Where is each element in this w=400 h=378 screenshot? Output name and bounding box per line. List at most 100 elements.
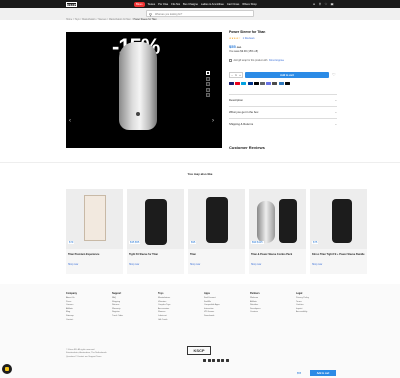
instagram-icon[interactable] [216, 359, 220, 362]
nav-item-8[interactable]: Where Shop [242, 2, 256, 7]
footer-link[interactable]: Accessibility [296, 311, 342, 315]
product-card[interactable]: $99 $115 Titan & Power Sleeve Combo Pack… [249, 189, 306, 274]
card-cta[interactable]: Shop now [312, 264, 322, 266]
nav-item-1[interactable]: Bleus [134, 1, 145, 7]
card-title[interactable]: Titan & Power Sleeve Combo Pack [251, 253, 304, 256]
card-title[interactable]: Titan Premium Experience [68, 253, 121, 256]
card-price: $75 [312, 241, 319, 244]
footer-column-heading: Legal [296, 292, 303, 295]
facebook-icon[interactable] [212, 359, 215, 362]
sticky-add-to-cart-button[interactable]: Add to cart [310, 370, 336, 376]
add-to-cart-button[interactable]: Add to cart [245, 72, 329, 78]
breadcrumb-sep: / [131, 19, 133, 21]
card-image [249, 189, 306, 249]
footer-link[interactable]: Downloads [204, 315, 250, 319]
chevron-down-icon: ⌄ [334, 122, 337, 126]
card-title[interactable]: Kiiroo Titan Tight Fit + Power Sleeve Bu… [312, 253, 365, 256]
gift-checkbox[interactable] [229, 59, 232, 62]
nav-item-6[interactable]: Ladies & Ammitibee [201, 2, 224, 7]
card-price: $95 [190, 241, 197, 244]
product-card[interactable]: $95 Titan Shop now [188, 189, 245, 274]
header-icons: ● ⚲ ♡ ▣ [312, 2, 334, 6]
contact-line[interactable]: Questions? Contact our Support Team [66, 356, 107, 359]
gift-optin-link[interactable]: Kiiroo Engrave [269, 60, 284, 62]
product-card[interactable]: $75 Kiiroo Titan Tight Fit + Power Sleev… [310, 189, 367, 274]
quantity-stepper[interactable]: − 1 + [229, 72, 243, 78]
gallery-thumb[interactable] [206, 82, 210, 86]
payment-icon [235, 82, 241, 85]
old-price: $65 [236, 46, 242, 49]
gallery-thumb[interactable] [206, 71, 210, 75]
cart-icon[interactable]: ▣ [330, 2, 334, 6]
footer-col-6: Legal Privacy Policy Terms Cookies Imprint Ac… [296, 292, 342, 315]
footer-link[interactable]: Contact [66, 319, 112, 323]
site-logo[interactable]: KSCP [66, 1, 77, 7]
card-cta[interactable]: Shop now [251, 264, 261, 266]
search-box[interactable]: ⚲ [146, 10, 254, 17]
rating-stars: ★★★★☆ [229, 37, 241, 40]
breadcrumb: Home / Toys / Masturbators / Sleeves / M… [66, 19, 157, 21]
gallery-thumb[interactable] [206, 87, 210, 92]
card-cta[interactable]: Shop now [129, 264, 139, 266]
chat-widget-button[interactable] [2, 364, 12, 374]
breadcrumb-category[interactable]: Masturbators for Men [109, 19, 131, 21]
breadcrumb-sep: / [80, 19, 82, 21]
accordion-description[interactable]: Description ⌄ [229, 94, 337, 105]
product-sleeve-image [257, 201, 275, 243]
breadcrumb-toys[interactable]: Toys [75, 19, 80, 21]
qty-minus[interactable]: − [231, 73, 233, 77]
gallery-thumbnails [206, 71, 210, 97]
footer-column-heading: Apps [204, 292, 210, 295]
wishlist-heart-icon[interactable]: ♡ [332, 72, 336, 78]
breadcrumb-sleeves[interactable]: Sleeves [98, 19, 106, 21]
gallery-thumb[interactable] [206, 93, 210, 97]
payment-icon [259, 82, 265, 85]
breadcrumb-home[interactable]: Home [66, 19, 72, 21]
reviews-link[interactable]: 1 Reviews [243, 37, 255, 40]
footer-link[interactable]: Creators [250, 311, 296, 315]
product-card[interactable]: $35 $55 Tight Fit Sleeve for Titan Shop … [127, 189, 184, 274]
footer-column-heading: Company [66, 292, 77, 295]
accordion-shipping[interactable]: Shipping & Returns ⌄ [229, 118, 337, 129]
saving-text: You save $9.90 (15% off) [229, 50, 258, 53]
gallery-prev-arrow[interactable]: ‹ [69, 118, 71, 124]
search-icon[interactable]: ⚲ [318, 2, 322, 6]
gallery-next-arrow[interactable]: › [212, 118, 214, 124]
card-price: $35 $55 [129, 241, 141, 244]
card-image [188, 189, 245, 249]
nav-item-5[interactable]: Bus Chaigne [183, 2, 198, 7]
card-title[interactable]: Titan [190, 253, 243, 256]
card-image [310, 189, 367, 249]
search-icon[interactable]: ⚲ [149, 12, 152, 17]
footer-col-1: Company About Us Press Careers Affiliate Blog… [66, 292, 112, 322]
card-title[interactable]: Tight Fit Sleeve for Titan [129, 253, 182, 256]
footer-column-heading: Toys [158, 292, 164, 295]
breadcrumb-masturbators[interactable]: Masturbators [82, 19, 95, 21]
accordion-box[interactable]: What you get in the box ⌄ [229, 106, 337, 117]
twitter-icon[interactable] [221, 359, 224, 362]
nav-item-4[interactable]: Fits Noi [171, 2, 180, 7]
card-cta[interactable]: Shop now [68, 264, 78, 266]
footer-logo[interactable]: KSCP [187, 346, 211, 355]
pinterest-icon[interactable] [225, 359, 229, 362]
nav-item-3[interactable]: Por Oise [158, 2, 168, 7]
youtube-icon[interactable] [203, 359, 206, 362]
tiktok-icon[interactable] [207, 359, 211, 362]
breadcrumb-current: Power Sleeve for Titan [133, 19, 157, 21]
recommend-heading: You may also like [187, 172, 213, 176]
site-footer: Company About Us Press Careers Affiliate Blog… [0, 284, 400, 378]
footer-link[interactable]: Gift Cards [158, 319, 204, 323]
heart-icon[interactable]: ♡ [324, 2, 328, 6]
product-rating: ★★★★☆ 1 Reviews [229, 37, 337, 40]
card-cta[interactable]: Shop now [190, 264, 200, 266]
footer-link[interactable]: Track Order [112, 315, 158, 319]
search-input[interactable] [155, 12, 253, 17]
user-icon[interactable]: ● [312, 2, 316, 6]
product-card[interactable]: $79 Titan Premium Experience Shop now [66, 189, 123, 274]
gallery-thumb[interactable] [206, 76, 210, 81]
nav-item-7[interactable]: Cad Orvas [227, 2, 239, 7]
chevron-down-icon: ⌄ [334, 98, 337, 102]
nav-item-2[interactable]: Toutes [148, 2, 156, 7]
footer-column-heading: Support [112, 292, 122, 295]
qty-plus[interactable]: + [239, 73, 241, 77]
